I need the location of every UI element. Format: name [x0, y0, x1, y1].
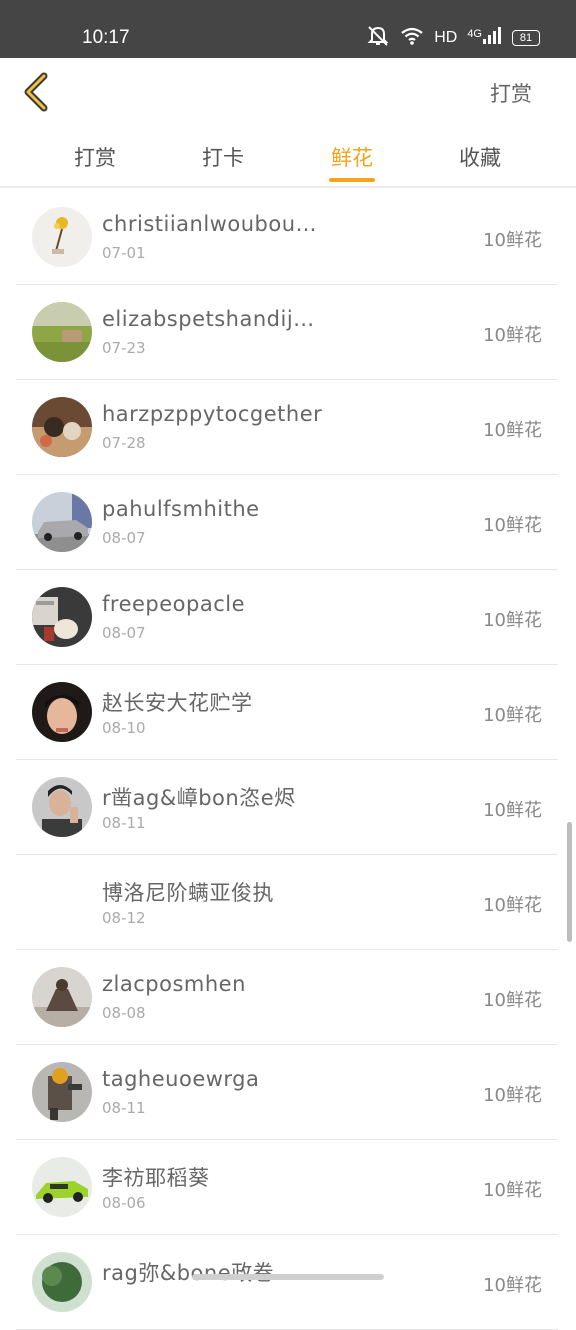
user-name: 赵长安大花贮学: [102, 691, 253, 715]
list-item[interactable]: tagheuoewrga 08-11 10鲜花: [16, 1045, 558, 1140]
list-item[interactable]: 李祊耶稻葵 08-06 10鲜花: [16, 1140, 558, 1235]
wifi-icon: [400, 26, 424, 51]
flower-amount: 10鲜花: [483, 610, 542, 631]
tab-favorites[interactable]: 收藏: [435, 142, 525, 172]
date: 08-11: [102, 1099, 146, 1117]
tab-bar: 打赏 打卡 鲜花 收藏: [0, 128, 576, 188]
tab-flowers[interactable]: 鲜花: [307, 142, 397, 172]
flower-list: christiianlwoubou… 07-01 10鲜花 elizabspet…: [16, 190, 558, 1330]
avatar[interactable]: [32, 1252, 92, 1312]
user-name: r凿ag&嶂bon恣e烬: [102, 786, 296, 810]
signal-icon: [482, 26, 502, 50]
flower-amount: 10鲜花: [483, 325, 542, 346]
avatar[interactable]: [32, 397, 92, 457]
user-name: 李祊耶稻葵: [102, 1166, 210, 1190]
avatar[interactable]: [32, 587, 92, 647]
flower-amount: 10鲜花: [483, 800, 542, 821]
avatar[interactable]: [32, 302, 92, 362]
list-item[interactable]: harzpzppytocgether 07-28 10鲜花: [16, 380, 558, 475]
flower-amount: 10鲜花: [483, 1275, 542, 1296]
avatar[interactable]: [32, 1062, 92, 1122]
avatar[interactable]: [32, 967, 92, 1027]
hd-label: HD: [434, 29, 458, 46]
status-icons: HD 4G 81: [366, 25, 540, 52]
list-item[interactable]: 赵长安大花贮学 08-10 10鲜花: [16, 665, 558, 760]
date: 08-07: [102, 624, 146, 642]
avatar[interactable]: [32, 207, 92, 267]
date: 08-10: [102, 719, 146, 737]
home-indicator[interactable]: [192, 1274, 384, 1280]
flower-amount: 10鲜花: [483, 230, 542, 251]
back-button[interactable]: [18, 70, 62, 114]
flower-amount: 10鲜花: [483, 1085, 542, 1106]
user-name: elizabspetshandij…: [102, 307, 315, 331]
flower-amount: 10鲜花: [483, 1180, 542, 1201]
tab-reward[interactable]: 打赏: [50, 142, 140, 172]
list-item[interactable]: r凿ag&嶂bon恣e烬 08-11 10鲜花: [16, 760, 558, 855]
date: 08-11: [102, 814, 146, 832]
list-item[interactable]: rag弥&bone政卷 10鲜花: [16, 1235, 558, 1330]
user-name: tagheuoewrga: [102, 1067, 260, 1091]
avatar[interactable]: [32, 492, 92, 552]
list-item[interactable]: elizabspetshandij… 07-23 10鲜花: [16, 285, 558, 380]
user-name: 博洛尼阶螨亚俊执: [102, 881, 274, 905]
flower-amount: 10鲜花: [483, 420, 542, 441]
battery-icon: 81: [512, 30, 540, 46]
date: 08-08: [102, 1004, 146, 1022]
mute-icon: [366, 25, 390, 52]
date: 07-01: [102, 244, 146, 262]
list-item[interactable]: zlacposmhen 08-08 10鲜花: [16, 950, 558, 1045]
user-name: rag弥&bone政卷: [102, 1261, 275, 1285]
user-name: freepeopacle: [102, 592, 246, 616]
flower-amount: 10鲜花: [483, 515, 542, 536]
date: 07-23: [102, 339, 146, 357]
network-label: 4G: [467, 28, 482, 40]
avatar[interactable]: [32, 1157, 92, 1217]
flower-amount: 10鲜花: [483, 705, 542, 726]
list-item[interactable]: freepeopacle 08-07 10鲜花: [16, 570, 558, 665]
user-name: pahulfsmhithe: [102, 497, 260, 521]
status-time: 10:17: [82, 27, 130, 48]
date: 08-12: [102, 909, 146, 927]
scrollbar[interactable]: [567, 822, 572, 942]
tab-checkin[interactable]: 打卡: [178, 142, 268, 172]
user-name: zlacposmhen: [102, 972, 246, 996]
avatar[interactable]: [32, 872, 92, 932]
reward-button[interactable]: 打赏: [490, 78, 532, 108]
list-item[interactable]: 博洛尼阶螨亚俊执 08-12 10鲜花: [16, 855, 558, 950]
chevron-left-icon: [24, 72, 48, 112]
active-tab-indicator: [329, 178, 375, 182]
avatar[interactable]: [32, 682, 92, 742]
list-item[interactable]: christiianlwoubou… 07-01 10鲜花: [16, 190, 558, 285]
header: 打赏: [0, 58, 576, 128]
date: 08-07: [102, 529, 146, 547]
list-item[interactable]: pahulfsmhithe 08-07 10鲜花: [16, 475, 558, 570]
status-bar: 10:17 HD 4G 81: [0, 0, 576, 58]
user-name: harzpzppytocgether: [102, 402, 323, 426]
flower-amount: 10鲜花: [483, 895, 542, 916]
user-name: christiianlwoubou…: [102, 212, 318, 236]
flower-amount: 10鲜花: [483, 990, 542, 1011]
date: 07-28: [102, 434, 146, 452]
avatar[interactable]: [32, 777, 92, 837]
date: 08-06: [102, 1194, 146, 1212]
